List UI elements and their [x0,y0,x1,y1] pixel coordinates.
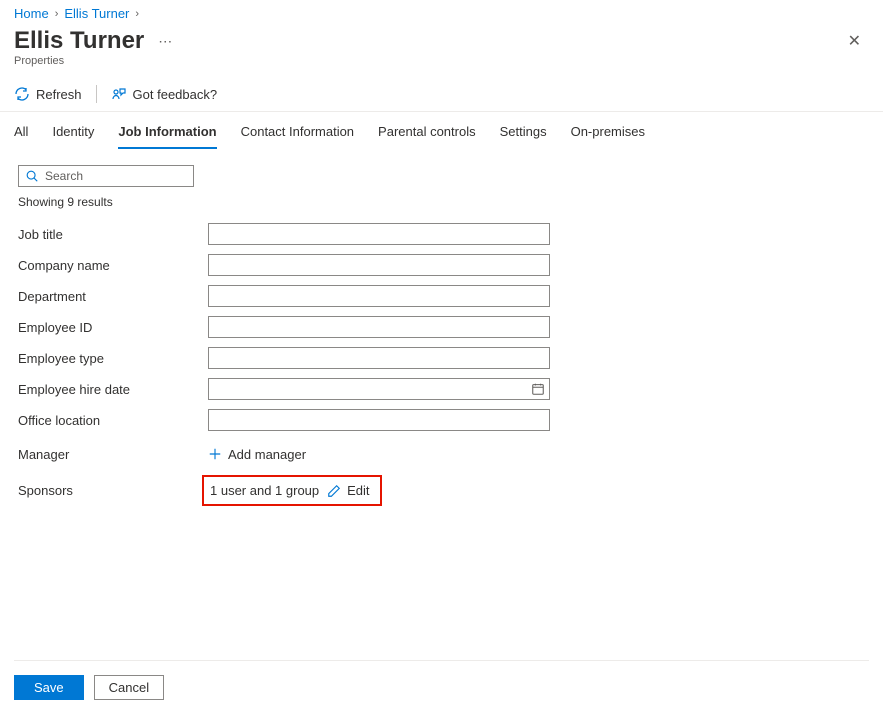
refresh-label: Refresh [36,87,82,102]
label-office-location: Office location [18,413,208,428]
feedback-button[interactable]: Got feedback? [111,86,218,102]
label-hire-date: Employee hire date [18,382,208,397]
search-icon [25,169,39,183]
breadcrumb-user[interactable]: Ellis Turner [64,6,129,21]
tab-contact-information[interactable]: Contact Information [241,124,354,149]
page-title: Ellis Turner [14,27,144,55]
plus-icon [208,447,222,461]
row-company-name: Company name [18,254,869,276]
edit-sponsors-button[interactable]: Edit [327,483,369,498]
save-button[interactable]: Save [14,675,84,700]
label-job-title: Job title [18,227,208,242]
label-employee-id: Employee ID [18,320,208,335]
breadcrumb-home[interactable]: Home [14,6,49,21]
close-icon[interactable]: ✕ [840,27,869,55]
breadcrumb: Home › Ellis Turner › [0,0,883,23]
search-input[interactable] [45,169,200,183]
content-area: Showing 9 results Job title Company name… [0,149,883,506]
page-subtitle: Properties [0,55,883,77]
row-employee-type: Employee type [18,347,869,369]
tab-all[interactable]: All [14,124,28,149]
label-employee-type: Employee type [18,351,208,366]
row-hire-date: Employee hire date [18,378,869,400]
tab-identity[interactable]: Identity [52,124,94,149]
footer: Save Cancel [14,660,869,700]
input-employee-type[interactable] [208,347,550,369]
refresh-button[interactable]: Refresh [14,86,82,102]
more-actions-icon[interactable]: ⋯ [158,33,173,50]
feedback-label: Got feedback? [133,87,218,102]
input-office-location[interactable] [208,409,550,431]
toolbar: Refresh Got feedback? [0,77,883,111]
input-department[interactable] [208,285,550,307]
search-box[interactable] [18,165,194,187]
person-feedback-icon [111,86,127,102]
toolbar-separator [96,85,97,103]
row-department: Department [18,285,869,307]
input-employee-id[interactable] [208,316,550,338]
add-manager-label: Add manager [228,447,306,462]
footer-divider [14,660,869,661]
add-manager-button[interactable]: Add manager [208,447,306,462]
results-count: Showing 9 results [18,195,869,209]
sponsors-highlight: 1 user and 1 group Edit [202,475,382,506]
input-company-name[interactable] [208,254,550,276]
input-hire-date[interactable] [215,382,531,397]
tab-job-information[interactable]: Job Information [118,124,216,149]
tab-on-premises[interactable]: On-premises [571,124,645,149]
tab-settings[interactable]: Settings [500,124,547,149]
chevron-right-icon: › [135,8,139,20]
cancel-button[interactable]: Cancel [94,675,164,700]
row-employee-id: Employee ID [18,316,869,338]
chevron-right-icon: › [55,8,59,20]
page-header: Ellis Turner ⋯ ✕ [0,23,883,55]
sponsors-value: 1 user and 1 group [210,483,319,498]
pencil-icon [327,484,341,498]
input-hire-date-wrap[interactable] [208,378,550,400]
input-job-title[interactable] [208,223,550,245]
calendar-icon[interactable] [531,382,545,396]
footer-buttons: Save Cancel [14,675,869,700]
label-department: Department [18,289,208,304]
row-office-location: Office location [18,409,869,431]
row-job-title: Job title [18,223,869,245]
label-company-name: Company name [18,258,208,273]
tab-parental-controls[interactable]: Parental controls [378,124,476,149]
row-sponsors: Sponsors 1 user and 1 group Edit [18,475,869,506]
label-sponsors: Sponsors [18,483,208,498]
tabs: All Identity Job Information Contact Inf… [0,112,883,149]
row-manager: Manager Add manager [18,443,869,465]
label-manager: Manager [18,447,208,462]
edit-sponsors-label: Edit [347,483,369,498]
refresh-icon [14,86,30,102]
